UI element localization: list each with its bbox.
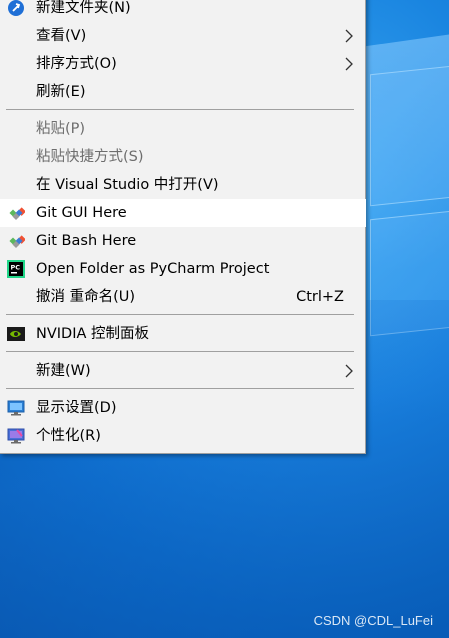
menu-item-new-folder[interactable]: 新建文件夹(N) [0, 0, 366, 22]
menu-separator [6, 314, 354, 315]
chevron-right-icon [344, 28, 354, 44]
menu-item-label: 在 Visual Studio 中打开(V) [36, 177, 219, 193]
desktop-context-menu: 新建文件夹(N) 查看(V) 排序方式(O) 刷新(E) 粘贴(P) 粘贴快捷方… [0, 0, 366, 454]
pycharm-icon: PC [7, 260, 25, 278]
git-icon [7, 232, 26, 250]
menu-item-label: 新建(W) [36, 363, 91, 379]
menu-item-label: 粘贴(P) [36, 121, 86, 137]
menu-item-new[interactable]: 新建(W) [0, 357, 366, 385]
shortcut-label: Ctrl+Z [296, 289, 344, 305]
watermark-text: CSDN @CDL_LuFei [313, 613, 433, 628]
menu-item-label: 粘贴快捷方式(S) [36, 149, 144, 165]
menu-item-open-in-visual-studio[interactable]: 在 Visual Studio 中打开(V) [0, 171, 366, 199]
menu-item-label: 撤消 重命名(U) [36, 289, 136, 305]
menu-item-label: 查看(V) [36, 28, 87, 44]
menu-item-refresh[interactable]: 刷新(E) [0, 78, 366, 106]
menu-item-view[interactable]: 查看(V) [0, 22, 366, 50]
chevron-right-icon [344, 363, 354, 379]
new-folder-icon [7, 0, 25, 17]
menu-item-git-gui-here[interactable]: Git GUI Here [0, 199, 366, 227]
menu-item-label: 个性化(R) [36, 428, 101, 444]
menu-separator [6, 388, 354, 389]
menu-item-git-bash-here[interactable]: Git Bash Here [0, 227, 366, 255]
menu-item-label: 新建文件夹(N) [36, 0, 131, 16]
menu-item-label: Open Folder as PyCharm Project [36, 261, 270, 277]
menu-item-open-pycharm-project[interactable]: PC Open Folder as PyCharm Project [0, 255, 366, 283]
menu-item-label: 显示设置(D) [36, 400, 117, 416]
menu-item-display-settings[interactable]: 显示设置(D) [0, 394, 366, 422]
nvidia-icon [7, 325, 25, 343]
menu-item-paste[interactable]: 粘贴(P) [0, 115, 366, 143]
menu-item-paste-shortcut[interactable]: 粘贴快捷方式(S) [0, 143, 366, 171]
menu-separator [6, 351, 354, 352]
personalize-icon [7, 427, 25, 445]
display-settings-icon [7, 399, 25, 417]
menu-item-sort-by[interactable]: 排序方式(O) [0, 50, 366, 78]
menu-item-label: 刷新(E) [36, 84, 86, 100]
chevron-right-icon [344, 56, 354, 72]
menu-item-label: Git Bash Here [36, 233, 137, 249]
menu-item-label: Git GUI Here [36, 205, 127, 221]
windows-logo-pane [370, 65, 449, 207]
svg-text:PC: PC [11, 264, 21, 272]
menu-item-nvidia-control-panel[interactable]: NVIDIA 控制面板 [0, 320, 366, 348]
menu-item-undo-rename[interactable]: 撤消 重命名(U) Ctrl+Z [0, 283, 366, 311]
git-icon [7, 204, 26, 222]
menu-separator [6, 109, 354, 110]
menu-item-label: 排序方式(O) [36, 56, 117, 72]
menu-item-personalize[interactable]: 个性化(R) [0, 422, 366, 450]
menu-item-label: NVIDIA 控制面板 [36, 326, 150, 342]
